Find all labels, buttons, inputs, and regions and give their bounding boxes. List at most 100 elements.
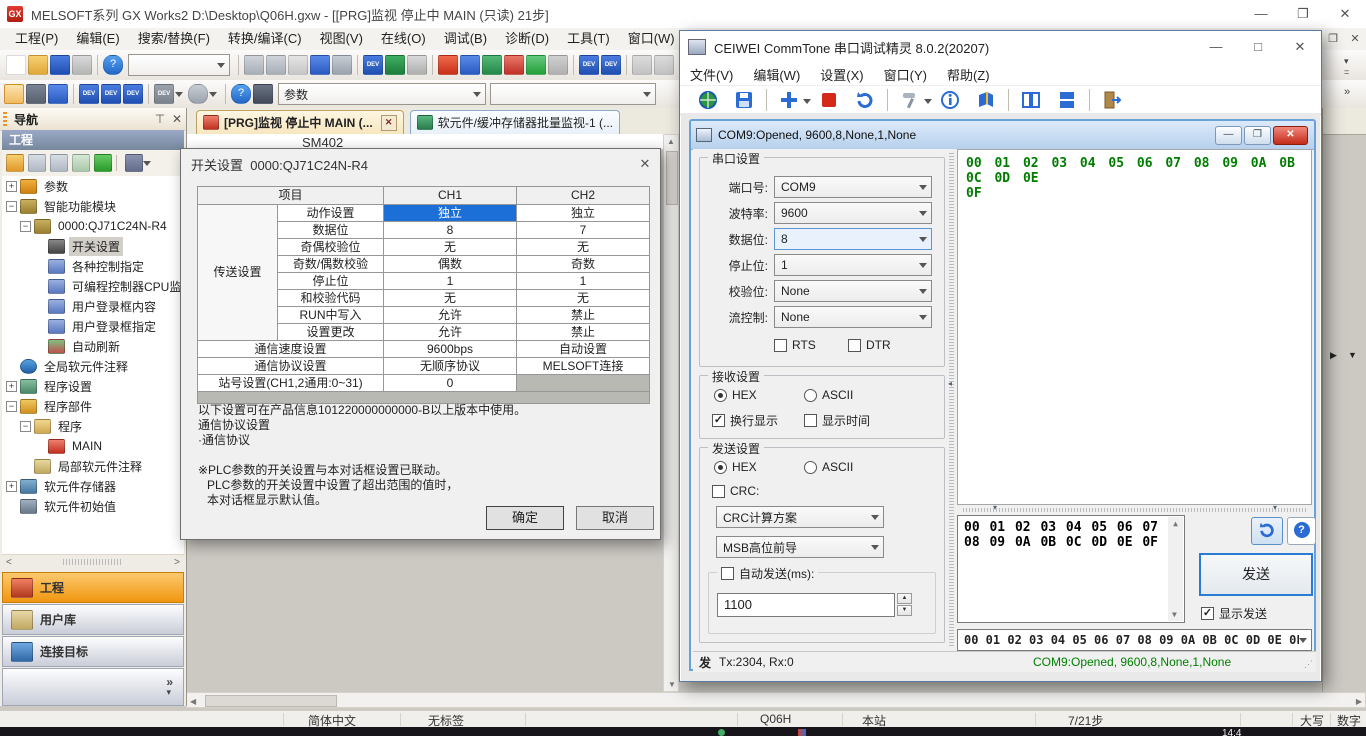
gx-minimize-button[interactable]: —	[1240, 0, 1282, 28]
tree-item-various-control[interactable]: 各种控制指定	[2, 256, 184, 276]
tree-item-main[interactable]: MAIN	[2, 436, 184, 456]
chevron-down-icon[interactable]	[209, 92, 217, 101]
pin-icon[interactable]: ⊤	[152, 112, 168, 126]
com9-restore-button[interactable]: ❐	[1244, 126, 1271, 145]
scroll-up-icon[interactable]: ▲	[664, 137, 678, 146]
editor-hscrollbar[interactable]: ◀ ▶	[186, 692, 1366, 708]
chevron-down-icon[interactable]: ▾	[166, 687, 171, 698]
menu-compile[interactable]: 转换/编译(C)	[219, 28, 311, 50]
splitter-down-icon[interactable]: ▾	[1273, 503, 1277, 512]
toolbar-overflow2-icon[interactable]: »	[1344, 86, 1350, 98]
cell-ch1[interactable]: 0	[384, 375, 517, 392]
vertical-splitter[interactable]	[949, 153, 954, 647]
info-icon[interactable]	[940, 90, 960, 110]
menu-tool[interactable]: 工具(T)	[558, 28, 619, 50]
buffer-monitor-icon[interactable]: DEV	[123, 84, 143, 104]
collapse-icon[interactable]: −	[20, 421, 31, 432]
checkbox-checked-icon[interactable]: ✓	[1201, 607, 1214, 620]
com9-minimize-button[interactable]: —	[1215, 126, 1242, 145]
gx-close-button[interactable]: ✕	[1324, 0, 1366, 28]
cell-ch2[interactable]: 1	[517, 273, 650, 290]
scroll-left-icon[interactable]: ◀	[190, 697, 196, 706]
splitter-collapse-icon[interactable]: ◂	[948, 379, 952, 388]
showtime-checkbox[interactable]: 显示时间	[804, 412, 870, 429]
cell-ch2[interactable]: 奇数	[517, 256, 650, 273]
connect-globe-icon[interactable]	[698, 90, 718, 110]
tree-item-user-frame-content[interactable]: 用户登录框内容	[2, 296, 184, 316]
com9-close-button[interactable]: ✕	[1273, 126, 1308, 145]
cell-ch2[interactable]: 独立	[517, 205, 650, 222]
nav-button-project[interactable]: 工程	[2, 572, 184, 603]
send-history-combo[interactable]: 00 01 02 03 04 05 06 07 08 09 0A 0B 0C 0…	[957, 629, 1312, 651]
cell-ch1[interactable]: 无	[384, 239, 517, 256]
tree-item-qj71c24n[interactable]: − 0000:QJ71C24N-R4	[2, 216, 184, 236]
print-icon[interactable]	[72, 55, 92, 75]
hex-key-icon[interactable]	[407, 55, 427, 75]
baud-combo[interactable]: 9600	[774, 202, 932, 224]
expand-icon[interactable]: +	[6, 381, 17, 392]
monitor-stop-icon[interactable]	[504, 55, 524, 75]
menu-diagnostics[interactable]: 诊断(D)	[496, 28, 558, 50]
tree-item-program[interactable]: − 程序	[2, 416, 184, 436]
collapse-icon[interactable]: −	[6, 401, 17, 412]
cell-ch2[interactable]: 自动设置	[517, 341, 650, 358]
ct-maximize-button[interactable]: □	[1237, 31, 1279, 63]
send-ascii-radio[interactable]: ASCII	[804, 460, 853, 474]
dialog-titlebar[interactable]: 开关设置 0000:QJ71C24N-R4 ✕	[181, 149, 660, 179]
device-batch-monitor-icon[interactable]: DEV	[79, 84, 99, 104]
radio-on-icon[interactable]	[714, 461, 727, 474]
new-item-icon[interactable]	[6, 154, 24, 172]
menu-debug[interactable]: 调试(B)	[435, 28, 496, 50]
cell-ch1[interactable]: 偶数	[384, 256, 517, 273]
rts-checkbox[interactable]: RTS	[774, 338, 816, 352]
radio-on-icon[interactable]	[714, 389, 727, 402]
show-send-checkbox[interactable]: ✓显示发送	[1201, 605, 1267, 622]
scroll-right-icon[interactable]: >	[174, 557, 180, 568]
ct-menu-settings[interactable]: 设置(X)	[810, 65, 873, 84]
navigation-window-icon[interactable]	[4, 84, 24, 104]
interval-spinner[interactable]: ▲ ▼	[897, 593, 912, 616]
resend-small-button[interactable]	[1251, 517, 1283, 545]
toolbar-overflow-icon[interactable]: ▾=	[1344, 56, 1349, 77]
spin-down-icon[interactable]: ▼	[897, 605, 912, 616]
undo-icon[interactable]	[310, 55, 330, 75]
scroll-down-icon[interactable]: ▼	[668, 680, 676, 689]
cell-ch2[interactable]: 无	[517, 239, 650, 256]
send-button[interactable]: 发送	[1199, 553, 1313, 596]
copy-icon[interactable]	[266, 55, 286, 75]
scroll-up-icon[interactable]: ▲	[1168, 519, 1183, 528]
menu-edit[interactable]: 编辑(E)	[67, 28, 128, 50]
checkbox-icon[interactable]	[804, 414, 817, 427]
checkbox-icon[interactable]	[848, 339, 861, 352]
value-combo-empty[interactable]	[490, 83, 656, 105]
tools-hammer-icon[interactable]	[900, 90, 920, 110]
ct-close-button[interactable]: ✕	[1279, 31, 1321, 63]
menu-window[interactable]: 窗口(W)	[619, 28, 684, 50]
mdi-restore-icon[interactable]: ❐	[1322, 28, 1344, 50]
filter-icon[interactable]	[125, 154, 143, 172]
refresh-icon[interactable]	[94, 154, 112, 172]
ct-menu-file[interactable]: 文件(V)	[680, 65, 743, 84]
tree-item-switch-setting[interactable]: 开关设置	[2, 236, 184, 256]
menu-project[interactable]: 工程(P)	[6, 28, 67, 50]
device-monitor-1-icon[interactable]: DEV	[579, 55, 599, 75]
add-port-icon[interactable]	[779, 90, 799, 110]
scroll-down-icon[interactable]: ▼	[1172, 610, 1177, 619]
menu-find-replace[interactable]: 搜索/替换(F)	[129, 28, 219, 50]
tree-item-auto-refresh[interactable]: 自动刷新	[2, 336, 184, 356]
tile-vertical-icon[interactable]	[1021, 90, 1041, 110]
resend-icon[interactable]	[855, 90, 875, 110]
nav-button-user-library[interactable]: 用户库	[2, 604, 184, 635]
tab-main-program[interactable]: [PRG]监视 停止中 MAIN (... ✕	[196, 110, 404, 135]
tree-item-global-comment[interactable]: 全局软元件注释	[2, 356, 184, 376]
parity-combo[interactable]: None	[774, 280, 932, 302]
crc-scheme-combo[interactable]: CRC计算方案	[716, 506, 884, 528]
device-register-monitor-icon[interactable]: DEV	[101, 84, 121, 104]
exit-icon[interactable]	[1102, 90, 1122, 110]
cut-icon[interactable]	[244, 55, 264, 75]
ct-menu-help[interactable]: 帮助(Z)	[937, 65, 1000, 84]
save-icon[interactable]	[734, 90, 754, 110]
statement-icon[interactable]	[654, 55, 674, 75]
save-project-icon[interactable]	[50, 55, 70, 75]
write-to-plc-icon[interactable]	[438, 55, 458, 75]
